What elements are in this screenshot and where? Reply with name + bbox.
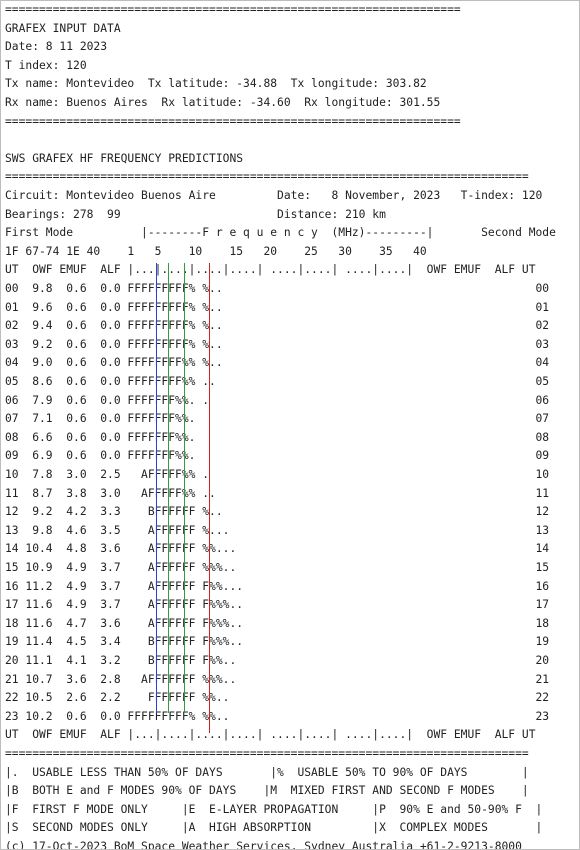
report-line: 05 8.6 0.6 0.0 FFFFFFFF%% .. 05 <box>5 375 550 388</box>
report-line: 12 9.2 4.2 3.3 BFFFFFF %.. 12 <box>5 505 550 519</box>
report-line: |B BOTH E and F MODES 90% OF DAYS |M MIX… <box>5 784 529 798</box>
report-line: 02 9.4 0.6 0.0 FFFFFFFFF% %.. 02 <box>5 319 550 333</box>
report-line: 22 10.5 2.6 2.2 FFFFFFF %%.. 22 <box>5 691 550 705</box>
report-line: 13 9.8 4.6 3.5 AFFFFFF %... 13 <box>5 523 550 537</box>
report-line: 14 10.4 4.8 3.6 AFFFFFF %%... 14 <box>5 542 550 556</box>
report-line: |. USABLE LESS THAN 50% OF DAYS |% USABL… <box>5 765 529 779</box>
report-line: SWS GRAFEX HF FREQUENCY PREDICTIONS <box>5 151 244 165</box>
report-line: 17 11.6 4.9 3.7 AFFFFFF F%%%.. 17 <box>5 598 550 612</box>
report-line: 03 9.2 0.6 0.0 FFFFFFFFF% %.. 03 <box>5 337 550 351</box>
owf-guide-line <box>209 263 210 733</box>
emuf-guide-line <box>156 263 157 713</box>
report-line: |S SECOND MODES ONLY |A HIGH ABSORPTION … <box>5 821 543 835</box>
report-line: 1F 67-74 1E 40 1 5 10 15 20 25 30 35 40 <box>5 244 427 258</box>
alf-guide-line <box>168 263 169 713</box>
report-line: ========================================… <box>5 114 461 128</box>
report-line: 09 6.9 0.6 0.0 FFFFFFF%%. 09 <box>5 449 550 463</box>
report-line: |F FIRST F MODE ONLY |E E-LAYER PROPAGAT… <box>5 802 543 816</box>
report-line: 04 9.0 0.6 0.0 FFFFFFFF%% %.. 04 <box>5 356 550 370</box>
report-line: (c) 17-Oct-2023 BoM Space Weather Servic… <box>5 840 522 850</box>
report-line: ========================================… <box>5 3 461 16</box>
report-line: 23 10.2 0.6 0.0 FFFFFFFFF% %%.. 23 <box>5 709 550 723</box>
report-line: 15 10.9 4.9 3.7 AFFFFFF %%%.. 15 <box>5 561 550 574</box>
report-line: 19 11.4 4.5 3.4 BFFFFFF F%%%.. 19 <box>5 635 550 649</box>
report-line: 18 11.6 4.7 3.6 AFFFFFF F%%%.. 18 <box>5 616 550 630</box>
prediction-report: ========================================… <box>0 0 580 850</box>
report-line: Circuit: Montevideo Buenos Aire Date: 8 … <box>5 189 543 202</box>
report-line: 11 8.7 3.8 3.0 AFFFFF%% .. 11 <box>5 486 550 500</box>
report-line: T index: 120 <box>5 58 87 72</box>
report-line: 16 11.2 4.9 3.7 AFFFFFF F%%... 16 <box>5 579 550 593</box>
report-line: Bearings: 278 99 Distance: 210 km <box>5 207 386 221</box>
report-line: Tx name: Montevideo Tx latitude: -34.88 … <box>5 77 427 91</box>
report-line: 07 7.1 0.6 0.0 FFFFFFF%%. 07 <box>5 412 550 426</box>
report-line: Date: 8 11 2023 <box>5 40 108 54</box>
report-line: 10 7.8 3.0 2.5 AFFFFF%% . 10 <box>5 468 550 481</box>
report-line: 01 9.6 0.6 0.0 FFFFFFFFF% %.. 01 <box>5 300 550 314</box>
report-line: ========================================… <box>5 170 529 184</box>
report-line: UT OWF EMUF ALF |...|....|....|....| ...… <box>5 263 536 277</box>
report-line: ========================================… <box>5 747 529 760</box>
report-line: UT OWF EMUF ALF |...|....|....|....| ...… <box>5 728 536 742</box>
report-line: 00 9.8 0.6 0.0 FFFFFFFFF% %.. 00 <box>5 282 550 295</box>
fot-guide-line <box>184 263 185 713</box>
report-line: 08 6.6 0.6 0.0 FFFFFFF%%. 08 <box>5 430 550 444</box>
report-line: 20 11.1 4.1 3.2 BFFFFFF F%%.. 20 <box>5 654 550 667</box>
report-line: Rx name: Buenos Aires Rx latitude: -34.6… <box>5 96 441 109</box>
report-line: 06 7.9 0.6 0.0 FFFFFFF%%. . 06 <box>5 393 550 407</box>
report-line: GRAFEX INPUT DATA <box>5 21 121 35</box>
report-line: First Mode |--------F r e q u e n c y (M… <box>5 226 556 240</box>
report-line: 21 10.7 3.6 2.8 AFFFFFFF %%%.. 21 <box>5 672 550 686</box>
